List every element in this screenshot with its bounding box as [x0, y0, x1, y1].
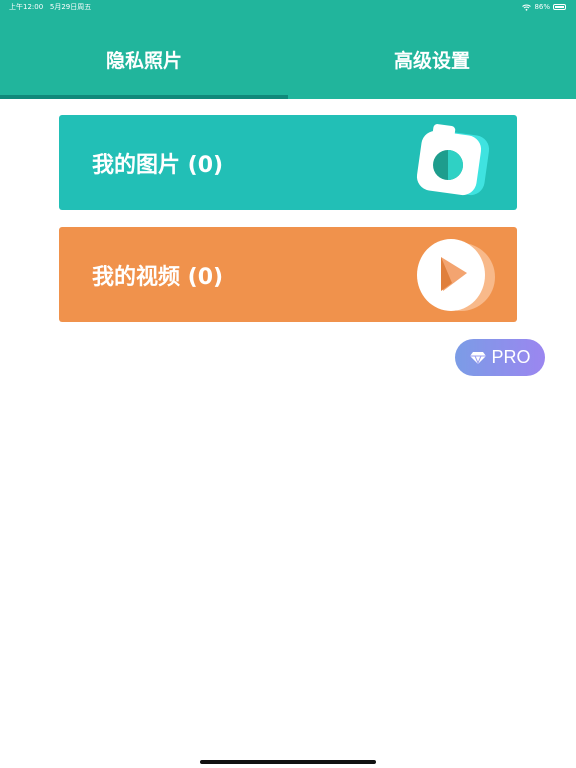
battery-icon: [553, 4, 566, 10]
tab-advanced-settings[interactable]: 高级设置: [288, 20, 576, 99]
pro-upgrade-button[interactable]: PRO: [455, 339, 545, 376]
video-play-icon: [417, 239, 495, 311]
status-time: 上午12:00: [9, 3, 44, 11]
my-videos-label: 我的视频 (0): [92, 264, 224, 290]
status-date: 5月29日周五: [49, 3, 92, 11]
my-photos-label: 我的图片 (0): [92, 152, 224, 178]
tab-selected-indicator: [0, 95, 288, 99]
status-bar: 上午12:00 5月29日周五 86%: [0, 0, 576, 14]
camera-icon: [416, 124, 490, 196]
my-videos-card[interactable]: 我的视频 (0): [59, 227, 517, 322]
my-photos-card[interactable]: 我的图片 (0): [59, 115, 517, 210]
tab-private-photos[interactable]: 隐私照片: [0, 20, 288, 99]
tab-bar: 隐私照片 高级设置: [0, 20, 576, 99]
app-header: 上午12:00 5月29日周五 86% 隐私照片 高级设置: [0, 0, 576, 99]
pro-label: PRO: [491, 347, 531, 367]
tab-advanced-settings-label: 高级设置: [393, 50, 470, 72]
home-indicator[interactable]: [200, 760, 376, 764]
diamond-icon: [470, 351, 487, 364]
battery-percent: 86%: [534, 3, 550, 11]
wifi-icon: [522, 4, 532, 11]
status-datetime: 上午12:00 5月29日周五: [9, 0, 91, 14]
status-right: 86%: [522, 0, 566, 14]
tab-private-photos-label: 隐私照片: [105, 50, 182, 72]
